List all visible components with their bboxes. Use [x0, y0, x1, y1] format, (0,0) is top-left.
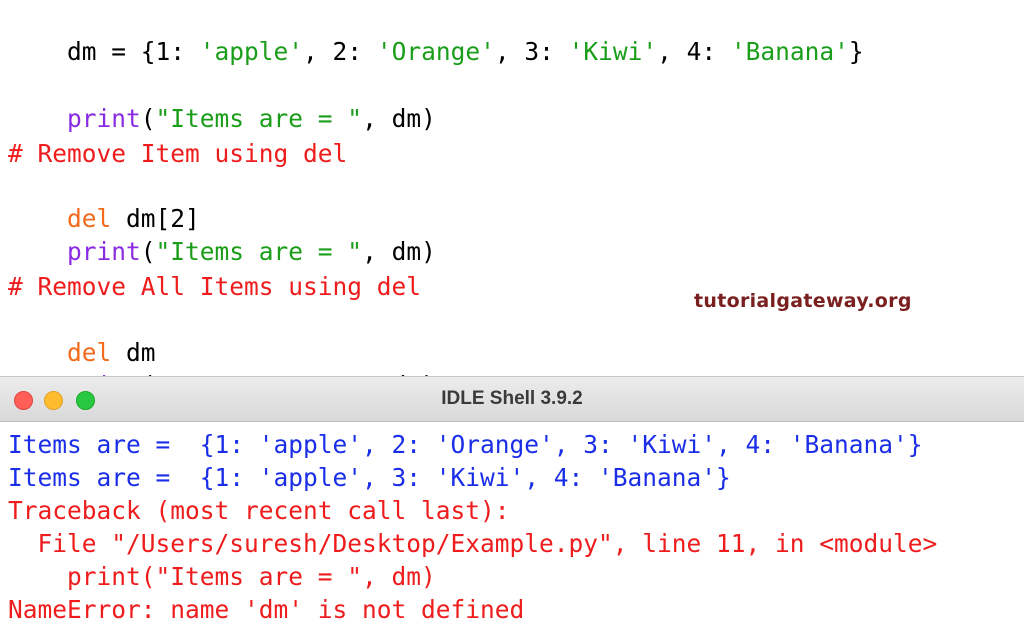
- code-editor[interactable]: dm = {1: 'apple', 2: 'Orange', 3: 'Kiwi'…: [0, 0, 1024, 375]
- window-title: IDLE Shell 3.9.2: [0, 388, 1024, 410]
- code-token: , 2:: [303, 37, 377, 66]
- code-token: , 4:: [657, 37, 731, 66]
- code-token: , dm): [362, 104, 436, 133]
- code-token: dm = {1:: [67, 37, 200, 66]
- watermark: tutorialgateway.org: [694, 290, 912, 312]
- comment-line-2: # Remove All Items using del: [8, 271, 421, 303]
- code-token: , 3:: [495, 37, 569, 66]
- builtin-token: print: [67, 237, 141, 266]
- window-titlebar[interactable]: IDLE Shell 3.9.2: [0, 376, 1024, 422]
- stdout-line-2: Items are = {1: 'apple', 3: 'Kiwi', 4: '…: [8, 461, 731, 494]
- string-token: 'apple': [200, 37, 303, 66]
- string-token: 'Orange': [377, 37, 495, 66]
- string-token: "Items are = ": [156, 237, 363, 266]
- string-token: "Items are = ": [156, 104, 363, 133]
- string-token: 'Banana': [731, 37, 849, 66]
- code-token: (: [141, 237, 156, 266]
- comment-line-1: # Remove Item using del: [8, 138, 347, 170]
- stdout-line-1: Items are = {1: 'apple', 2: 'Orange', 3:…: [8, 428, 923, 461]
- traceback-file-line: File "/Users/suresh/Desktop/Example.py",…: [8, 527, 937, 560]
- builtin-token: print: [67, 104, 141, 133]
- shell-output[interactable]: Items are = {1: 'apple', 2: 'Orange', 3:…: [0, 422, 1024, 635]
- traceback-header: Traceback (most recent call last):: [8, 494, 510, 527]
- error-message: NameError: name 'dm' is not defined: [8, 593, 524, 626]
- code-token: (: [141, 104, 156, 133]
- string-token: 'Kiwi': [569, 37, 658, 66]
- code-token: }: [849, 37, 864, 66]
- code-token: , dm): [362, 237, 436, 266]
- traceback-code-line: print("Items are = ", dm): [8, 560, 436, 593]
